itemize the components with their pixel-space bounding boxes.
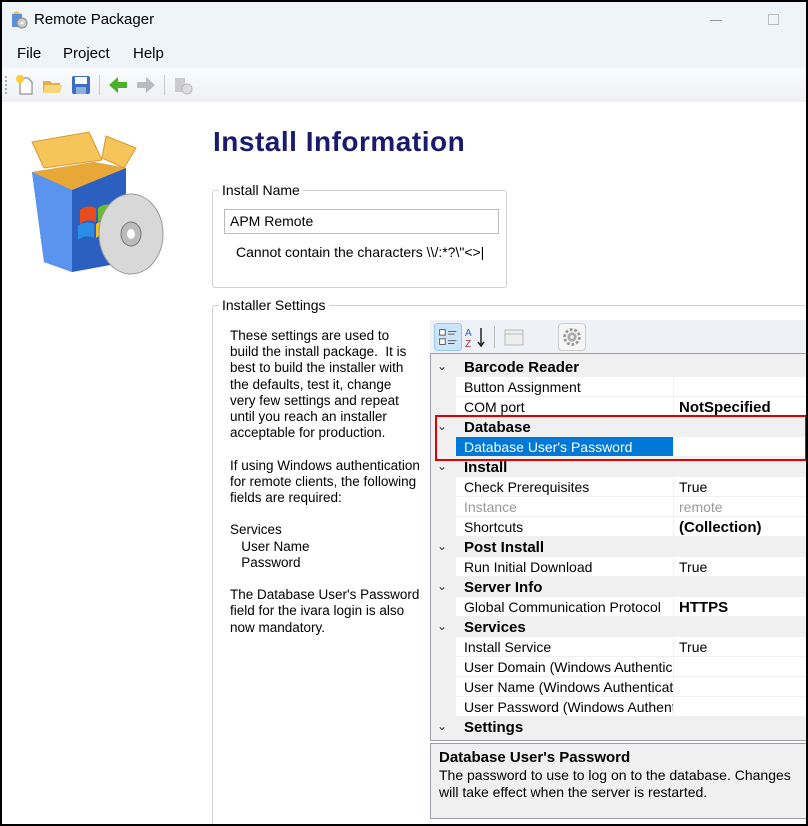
category-label: Install	[464, 459, 508, 476]
svg-text:Z: Z	[465, 339, 471, 350]
property-value[interactable]	[674, 377, 806, 397]
property-value[interactable]: NotSpecified	[674, 397, 806, 417]
menu-help[interactable]: Help	[133, 45, 164, 62]
chevron-down-icon[interactable]: ⌄	[437, 579, 451, 593]
maximize-button[interactable]	[768, 14, 779, 25]
app-icon	[12, 11, 28, 29]
chevron-down-icon[interactable]: ⌄	[437, 539, 451, 553]
property-name[interactable]: Global Communication Protocol	[456, 597, 673, 617]
category-row[interactable]: ⌄ Services	[431, 617, 806, 637]
title-bar: Remote Packager	[2, 2, 806, 38]
property-row[interactable]: Instance remote	[431, 497, 806, 517]
categorized-view-icon[interactable]	[434, 323, 462, 351]
chevron-down-icon[interactable]: ⌄	[437, 719, 451, 733]
category-label: Settings	[464, 719, 524, 736]
toolbar-separator	[494, 326, 495, 348]
property-name[interactable]: COM port	[456, 397, 673, 417]
property-value[interactable]: remote	[674, 497, 806, 517]
property-value[interactable]	[674, 657, 806, 677]
property-row[interactable]: Run Initial Download True	[431, 557, 806, 577]
highlight-box	[435, 415, 806, 461]
description-text: The password to use to log on to the dat…	[439, 767, 791, 800]
chevron-down-icon[interactable]: ⌄	[437, 459, 451, 473]
category-label: Barcode Reader	[464, 359, 580, 376]
installer-settings-legend: Installer Settings	[222, 297, 326, 313]
category-label: Post Install	[464, 539, 545, 556]
property-value[interactable]: True	[674, 477, 806, 497]
toolbar-separator	[164, 75, 165, 95]
chevron-down-icon[interactable]: ⌄	[437, 359, 451, 373]
category-row[interactable]: ⌄ Barcode Reader	[431, 357, 806, 377]
install-name-hint: Cannot contain the characters \\/:*?\"<>…	[236, 244, 485, 260]
property-value[interactable]: HTTPS	[674, 597, 806, 617]
forward-arrow-icon[interactable]	[135, 74, 157, 96]
description-title: Database User's Password	[439, 749, 631, 766]
property-row[interactable]: COM port NotSpecified	[431, 397, 806, 417]
installer-box-image	[31, 131, 164, 275]
toolbar-separator	[99, 75, 100, 95]
property-name[interactable]: User Domain (Windows Authentication)	[456, 657, 673, 677]
property-value[interactable]: (Collection)	[674, 517, 806, 537]
property-grid-toolbar: AZ	[430, 320, 806, 353]
back-arrow-icon[interactable]	[107, 74, 129, 96]
property-name[interactable]: Run Initial Download	[456, 557, 673, 577]
app-window: Remote Packager File Project Help Instal…	[2, 2, 806, 824]
minimize-button[interactable]	[710, 20, 722, 21]
property-row[interactable]: User Password (Windows Authentication)	[431, 697, 806, 717]
property-name[interactable]: Instance	[456, 497, 673, 517]
property-value[interactable]	[674, 677, 806, 697]
menu-project[interactable]: Project	[63, 45, 110, 62]
install-name-legend: Install Name	[222, 182, 300, 198]
category-row[interactable]: ⌄ Server Info	[431, 577, 806, 597]
property-row[interactable]: Global Communication Protocol HTTPS	[431, 597, 806, 617]
property-row[interactable]: User Domain (Windows Authentication)	[431, 657, 806, 677]
property-name[interactable]: User Password (Windows Authentication)	[456, 697, 673, 717]
property-row[interactable]: Install Service True	[431, 637, 806, 657]
toolbar-grip[interactable]	[5, 76, 7, 94]
property-name[interactable]: Button Assignment	[456, 377, 673, 397]
chevron-down-icon[interactable]: ⌄	[437, 619, 451, 633]
window-title: Remote Packager	[34, 11, 155, 28]
new-file-icon[interactable]	[14, 74, 36, 96]
property-value[interactable]	[674, 697, 806, 717]
property-name[interactable]: Install Service	[456, 637, 673, 657]
category-label: Server Info	[464, 579, 543, 596]
property-name[interactable]: Check Prerequisites	[456, 477, 673, 497]
property-name[interactable]: Shortcuts	[456, 517, 673, 537]
toolbar	[2, 68, 806, 102]
menu-file[interactable]: File	[17, 45, 41, 62]
property-description-pane: Database User's Password The password to…	[430, 743, 806, 819]
svg-text:A: A	[465, 328, 472, 339]
install-name-group: Install Name	[212, 182, 507, 288]
property-row[interactable]: Check Prerequisites True	[431, 477, 806, 497]
settings-gear-icon[interactable]	[558, 323, 586, 351]
menu-bar: File Project Help	[2, 38, 806, 68]
category-row[interactable]: ⌄ Post Install	[431, 537, 806, 557]
category-row[interactable]: ⌄ Settings	[431, 717, 806, 737]
install-name-input[interactable]: APM Remote	[224, 209, 499, 234]
build-package-icon[interactable]	[172, 74, 194, 96]
property-row[interactable]: User Name (Windows Authentication)	[431, 677, 806, 697]
property-row[interactable]: Shortcuts (Collection)	[431, 517, 806, 537]
alphabetical-sort-icon[interactable]: AZ	[462, 323, 490, 351]
open-folder-icon[interactable]	[41, 74, 63, 96]
installer-settings-help: These settings are used to build the ins…	[230, 328, 420, 635]
property-grid: ⌄ Barcode Reader Button Assignment COM port…	[430, 353, 806, 741]
save-icon[interactable]	[70, 74, 92, 96]
property-row[interactable]: Button Assignment	[431, 377, 806, 397]
property-name[interactable]: User Name (Windows Authentication)	[456, 677, 673, 697]
property-value[interactable]: True	[674, 637, 806, 657]
property-pages-icon[interactable]	[500, 323, 528, 351]
property-value[interactable]: True	[674, 557, 806, 577]
category-label: Services	[464, 619, 526, 636]
page-title: Install Information	[213, 126, 466, 157]
